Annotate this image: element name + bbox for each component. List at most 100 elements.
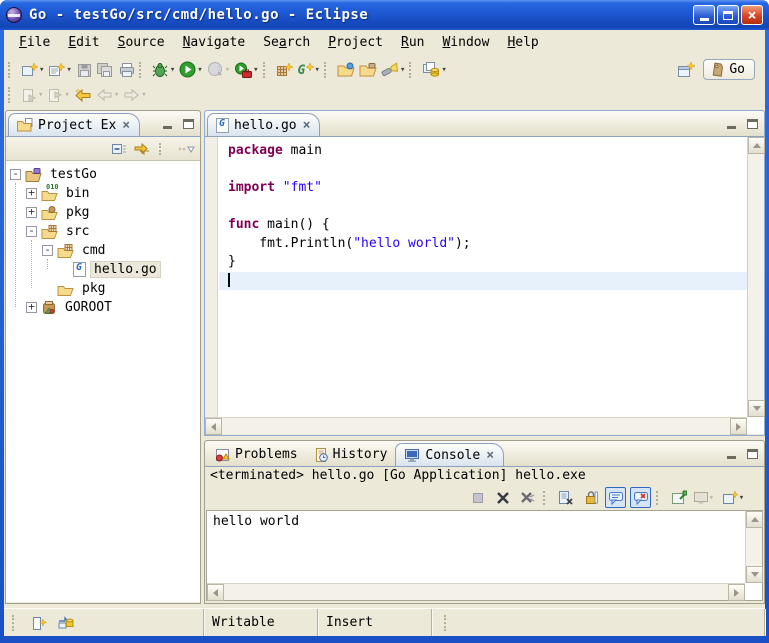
tab-project-explorer[interactable]: Project Ex × (8, 113, 140, 136)
scroll-right-button[interactable] (728, 584, 745, 601)
menu-project[interactable]: Project (319, 33, 392, 52)
scroll-down-button[interactable] (748, 400, 765, 417)
maximize-view-button[interactable] (180, 116, 196, 131)
save-button[interactable] (74, 58, 94, 82)
external-tools-dropdown-icon[interactable]: ▾ (253, 65, 258, 75)
close-icon[interactable]: × (485, 448, 495, 463)
new-go-file-button[interactable]: G ▾ (295, 58, 322, 82)
tree-item-pkg-leaf[interactable]: pkg (6, 279, 200, 298)
scroll-right-button[interactable] (730, 418, 747, 435)
run-button[interactable]: ▾ (177, 58, 204, 82)
console-output[interactable]: hello world (206, 510, 763, 601)
scroll-left-button[interactable] (207, 584, 224, 601)
menu-help[interactable]: Help (498, 33, 547, 52)
eclipse-app-icon[interactable] (6, 7, 22, 23)
menu-source[interactable]: Source (109, 33, 174, 52)
new-wizard-button[interactable]: ▾ (19, 58, 46, 82)
expand-expander-icon[interactable]: + (26, 302, 37, 313)
build-button[interactable]: ▾ (420, 58, 448, 82)
show-console-stdout-button[interactable] (605, 487, 626, 508)
expand-expander-icon[interactable]: + (26, 188, 37, 199)
console-vertical-scrollbar[interactable] (745, 511, 762, 583)
collapse-all-button[interactable] (112, 142, 127, 156)
new-go-dropdown-icon[interactable]: ▾ (315, 65, 320, 75)
build-dropdown-icon[interactable]: ▾ (441, 65, 446, 75)
console-horizontal-scrollbar[interactable] (207, 583, 745, 600)
print-button[interactable] (116, 58, 137, 82)
tree-item-src[interactable]: - src (6, 222, 200, 241)
collapse-expander-icon[interactable]: - (10, 169, 21, 180)
search-button[interactable]: ▾ (379, 58, 407, 82)
external-tools-button[interactable]: ▾ (232, 58, 260, 82)
scroll-left-button[interactable] (205, 418, 222, 435)
remove-all-terminated-button[interactable] (517, 487, 538, 508)
tree-item-goroot[interactable]: + GOROOT (6, 298, 200, 317)
collapse-expander-icon[interactable]: - (26, 226, 37, 237)
save-all-button[interactable] (94, 58, 116, 82)
new-untitled-file-button[interactable]: ▾ (46, 58, 73, 82)
minimize-view-button[interactable] (723, 116, 739, 131)
tab-problems[interactable]: Problems (207, 443, 306, 466)
new-file-dropdown-icon[interactable]: ▾ (66, 65, 71, 75)
close-icon[interactable]: × (302, 118, 312, 133)
search-dropdown-icon[interactable]: ▾ (400, 65, 405, 75)
menu-window[interactable]: Window (433, 33, 498, 52)
expand-expander-icon[interactable]: + (26, 207, 37, 218)
go-perspective-button[interactable]: Go (703, 59, 755, 80)
menu-file[interactable]: File (10, 33, 59, 52)
tab-history[interactable]: History (306, 443, 396, 466)
import-button[interactable] (335, 58, 357, 82)
minimize-view-button[interactable] (723, 446, 739, 461)
toolbar-grip[interactable] (8, 87, 15, 103)
run-dropdown-icon[interactable]: ▾ (197, 65, 202, 75)
maximize-view-button[interactable] (744, 446, 760, 461)
tree-item-hello-go[interactable]: G hello.go (6, 260, 200, 279)
open-console-dropdown-icon[interactable]: ▾ (739, 493, 744, 503)
menu-run[interactable]: Run (392, 33, 433, 52)
editor-vertical-scrollbar[interactable] (747, 137, 764, 417)
build-status-icon[interactable] (57, 615, 74, 631)
pin-console-button[interactable] (668, 487, 689, 508)
clear-console-button[interactable] (555, 487, 576, 508)
remove-launch-button[interactable] (492, 487, 513, 508)
debug-button[interactable]: ▾ (150, 58, 177, 82)
open-console-button[interactable]: ▾ (718, 487, 748, 508)
toolbar-grip[interactable] (139, 62, 146, 78)
editor-horizontal-scrollbar[interactable] (205, 417, 747, 434)
last-edit-location-button[interactable] (72, 83, 94, 107)
toolbar-grip[interactable] (409, 62, 416, 78)
close-icon[interactable]: × (121, 118, 131, 133)
debug-dropdown-icon[interactable]: ▾ (170, 65, 175, 75)
window-maximize-button[interactable] (717, 5, 739, 25)
collapse-expander-icon[interactable]: - (42, 245, 53, 256)
scroll-lock-button[interactable] (580, 487, 601, 508)
scroll-down-button[interactable] (746, 566, 763, 583)
maximize-view-button[interactable] (744, 116, 760, 131)
tree-item-cmd[interactable]: - cmd (6, 241, 200, 260)
scroll-up-button[interactable] (748, 137, 765, 154)
tree-item-bin[interactable]: + 010 bin (6, 184, 200, 203)
tab-hello-go[interactable]: G hello.go × (207, 113, 320, 136)
open-perspective-button[interactable] (675, 58, 697, 82)
tab-console[interactable]: Console × (395, 443, 504, 466)
minimize-view-button[interactable] (159, 116, 175, 131)
show-console-stderr-button[interactable] (630, 487, 651, 508)
profile-button[interactable]: ▾ (205, 58, 232, 82)
tree-item-testGo[interactable]: - testGo (6, 165, 200, 184)
code-editor[interactable]: package main import "fmt" func main() { … (205, 137, 764, 434)
toolbar-grip[interactable] (8, 62, 15, 78)
link-with-editor-button[interactable] (134, 142, 150, 156)
scroll-up-button[interactable] (746, 511, 763, 528)
toolbar-grip[interactable] (263, 62, 270, 78)
tree-item-pkg[interactable]: + pkg (6, 203, 200, 222)
code-area[interactable]: package main import "fmt" func main() { … (219, 137, 747, 417)
window-minimize-button[interactable] (693, 5, 715, 25)
fast-view-button[interactable] (31, 615, 47, 631)
new-wizard-dropdown-icon[interactable]: ▾ (39, 65, 44, 75)
toolbar-grip[interactable] (324, 62, 331, 78)
menu-edit[interactable]: Edit (59, 33, 108, 52)
window-close-button[interactable]: × (741, 5, 763, 25)
view-menu-button[interactable] (177, 143, 195, 155)
new-go-package-button[interactable] (274, 58, 295, 82)
annotation-ruler[interactable] (205, 137, 218, 417)
